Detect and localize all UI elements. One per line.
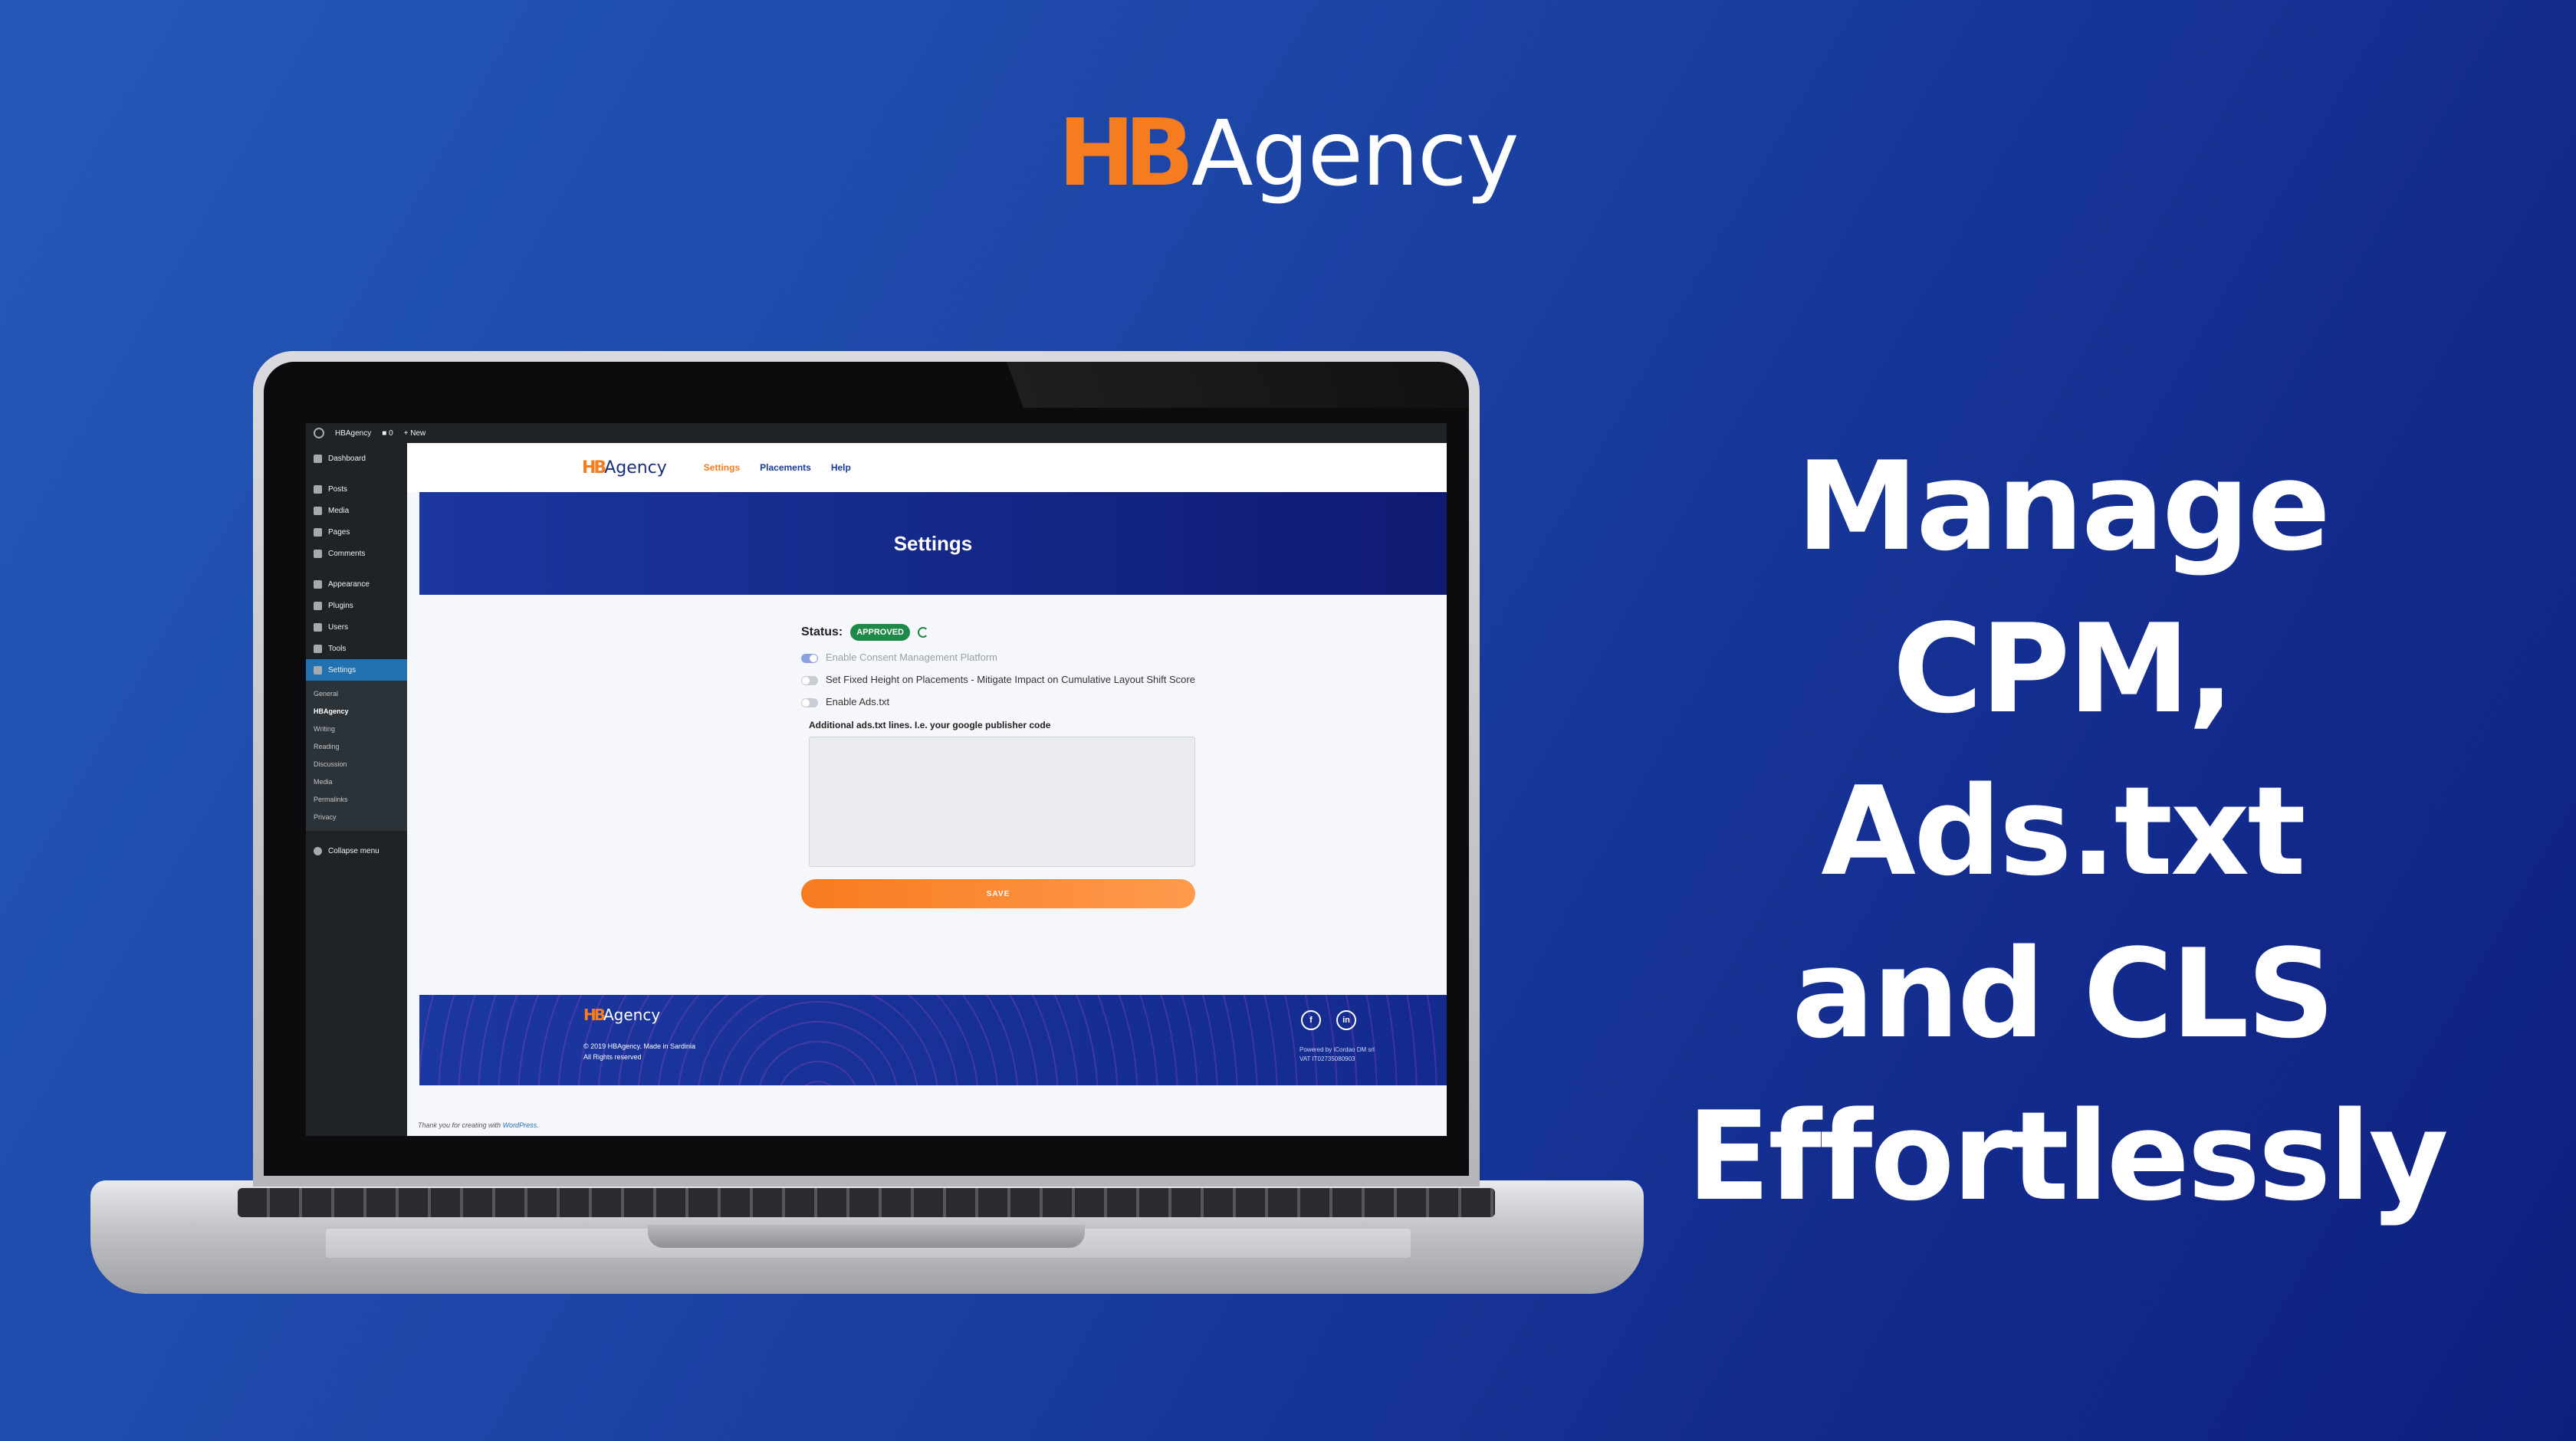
submenu-privacy[interactable]: Privacy [306, 809, 407, 826]
submenu-media[interactable]: Media [306, 773, 407, 791]
settings-form: Status: APPROVED Enable Consent Manageme… [801, 624, 1200, 908]
sidebar-item-label: Dashboard [328, 454, 366, 463]
submenu-writing[interactable]: Writing [306, 720, 407, 738]
footer-powered: Powered by iCordao DM srl VAT IT02735080… [1300, 1046, 1375, 1062]
refresh-icon[interactable] [917, 627, 928, 638]
submenu-discussion[interactable]: Discussion [306, 756, 407, 773]
tab-placements[interactable]: Placements [760, 462, 811, 473]
headline-line: Effortlessly [1687, 1085, 2449, 1228]
sidebar-item-label: Settings [328, 665, 356, 675]
sidebar-item-label: Plugins [328, 601, 353, 610]
comment-icon [314, 549, 322, 558]
sidebar-item-dashboard[interactable]: Dashboard [306, 448, 407, 469]
sidebar-item-label: Users [328, 622, 349, 632]
sidebar-item-label: Media [328, 506, 350, 515]
logo-mark: HB [1058, 100, 1194, 207]
sidebar-item-label: Comments [328, 549, 366, 558]
settings-submenu: General HBAgency Writing Reading Discuss… [306, 681, 407, 831]
wp-admin-bar: HBAgency ■ 0 + New [306, 423, 1447, 443]
status-row: Status: APPROVED [801, 624, 1200, 641]
submenu-permalinks[interactable]: Permalinks [306, 791, 407, 809]
status-label: Status: [801, 625, 843, 638]
status-badge: APPROVED [850, 624, 910, 641]
option-fixed-height: Set Fixed Height on Placements - Mitigat… [801, 674, 1200, 685]
footer-copyright: © 2019 HBAgency. Made in Sardinia All Ri… [583, 1042, 696, 1061]
tab-help[interactable]: Help [831, 462, 851, 473]
dashboard-icon [314, 454, 322, 463]
sidebar-item-label: Tools [328, 644, 347, 653]
option-cmp: Enable Consent Management Platform [801, 652, 1200, 663]
page-title: Settings [419, 492, 1447, 595]
sidebar-item-tools[interactable]: Tools [306, 638, 407, 659]
textarea-label: Additional ads.txt lines. I.e. your goog… [809, 720, 1051, 730]
page-icon [314, 527, 322, 537]
wp-footer-thanks: Thank you for creating with WordPress. [418, 1121, 539, 1129]
collapse-icon [314, 846, 322, 855]
facebook-icon[interactable]: f [1301, 1010, 1321, 1030]
ads-txt-toggle[interactable] [801, 698, 818, 707]
sidebar-item-plugins[interactable]: Plugins [306, 595, 407, 616]
tab-settings[interactable]: Settings [704, 462, 740, 473]
submenu-hbagency[interactable]: HBAgency [306, 703, 407, 720]
option-label: Enable Consent Management Platform [826, 652, 998, 663]
laptop-lid: HBAgency ■ 0 + New Dashboard Posts Media… [253, 351, 1480, 1187]
laptop-bezel: HBAgency ■ 0 + New Dashboard Posts Media… [264, 362, 1469, 1176]
user-icon [314, 622, 322, 632]
sidebar-item-label: Appearance [328, 579, 370, 589]
sidebar-item-comments[interactable]: Comments [306, 543, 407, 564]
linkedin-icon[interactable]: in [1336, 1010, 1356, 1030]
laptop-keyboard [238, 1188, 1495, 1217]
plugin-logo: HBAgency [582, 458, 667, 478]
footer-social: f in [1301, 1010, 1356, 1030]
media-icon [314, 506, 322, 515]
sidebar-item-appearance[interactable]: Appearance [306, 573, 407, 595]
screen-glare [1007, 362, 1469, 408]
brush-icon [314, 579, 322, 589]
headline-line: and CLS [1792, 922, 2335, 1065]
headline: Manage CPM, Ads.txt and CLS Effortlessly [1687, 425, 2449, 1238]
sidebar-item-label: Pages [328, 527, 350, 537]
wp-sidebar: Dashboard Posts Media Pages Comments App… [306, 443, 407, 1136]
plugin-page: HBAgency Settings Placements Help Settin… [407, 443, 1447, 1136]
headline-line: CPM, [1892, 597, 2235, 740]
submenu-general[interactable]: General [306, 685, 407, 703]
laptop-notch [648, 1225, 1085, 1248]
save-button[interactable]: SAVE [801, 879, 1195, 908]
option-label: Set Fixed Height on Placements - Mitigat… [826, 674, 1195, 685]
headline-line: Ads.txt [1821, 760, 2306, 903]
sidebar-item-label: Posts [328, 484, 348, 494]
collapse-menu[interactable]: Collapse menu [306, 840, 407, 862]
ads-txt-textarea[interactable] [809, 737, 1195, 867]
laptop-screen: HBAgency ■ 0 + New Dashboard Posts Media… [306, 423, 1447, 1136]
footer-logo: HBAgency [583, 1006, 661, 1024]
sidebar-item-media[interactable]: Media [306, 500, 407, 521]
submenu-reading[interactable]: Reading [306, 738, 407, 756]
wordpress-link[interactable]: WordPress. [503, 1121, 539, 1129]
logo-word: Agency [1191, 100, 1520, 206]
plugin-footer: HBAgency © 2019 HBAgency. Made in Sardin… [419, 995, 1447, 1085]
adminbar-new-label: New [410, 428, 426, 438]
sidebar-item-pages[interactable]: Pages [306, 521, 407, 543]
option-label: Enable Ads.txt [826, 696, 890, 707]
sidebar-item-settings[interactable]: Settings [306, 659, 407, 681]
adminbar-new[interactable]: + New [404, 429, 426, 438]
settings-icon [314, 665, 322, 675]
fixed-height-toggle[interactable] [801, 676, 818, 685]
wordpress-icon[interactable] [314, 428, 324, 438]
adminbar-site[interactable]: HBAgency [335, 429, 371, 438]
brand-logo: HB Agency [1058, 100, 1520, 207]
adminbar-comments-count: 0 [389, 428, 393, 438]
headline-line: Manage [1796, 435, 2331, 578]
wrench-icon [314, 644, 322, 653]
sidebar-item-users[interactable]: Users [306, 616, 407, 638]
cmp-toggle[interactable] [801, 654, 818, 663]
sidebar-item-posts[interactable]: Posts [306, 478, 407, 500]
collapse-label: Collapse menu [328, 846, 380, 855]
pin-icon [314, 484, 322, 494]
option-ads-txt: Enable Ads.txt [801, 696, 1200, 707]
plugin-icon [314, 601, 322, 610]
comment-icon[interactable]: ■ 0 [382, 429, 393, 438]
plugin-nav: HBAgency Settings Placements Help [407, 443, 1447, 492]
